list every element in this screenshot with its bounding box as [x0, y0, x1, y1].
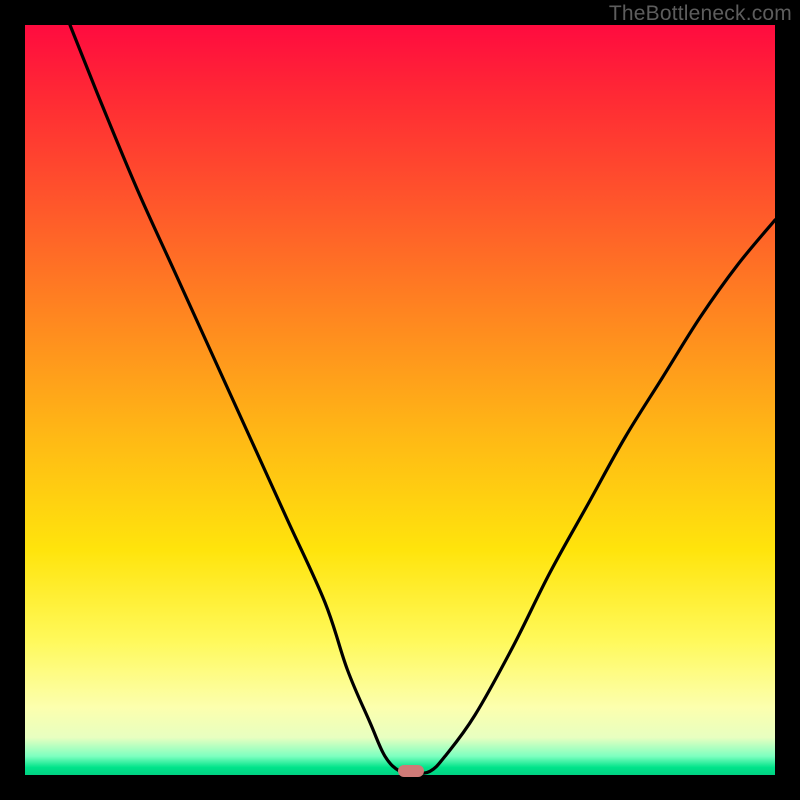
curve-path [70, 25, 775, 773]
chart-frame: TheBottleneck.com [0, 0, 800, 800]
optimal-point-marker [398, 765, 424, 777]
bottleneck-curve [25, 25, 775, 775]
watermark-text: TheBottleneck.com [609, 2, 792, 26]
plot-area [25, 25, 775, 775]
